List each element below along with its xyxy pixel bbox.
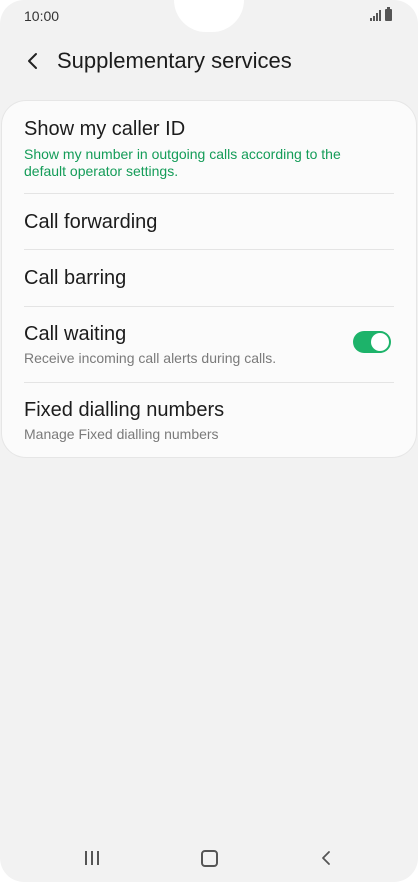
recents-button[interactable] [72,845,112,871]
home-button[interactable] [189,845,229,871]
nav-back-button[interactable] [306,845,346,871]
setting-subtitle-line1: Show my number in outgoing calls accordi… [24,146,341,162]
setting-title: Call waiting [24,323,127,345]
setting-call-forwarding[interactable]: Call forwarding [2,194,416,249]
setting-title: Call forwarding [24,211,158,233]
recents-icon [85,851,99,865]
page-title: Supplementary services [57,48,292,73]
setting-title: Call barring [24,267,127,289]
chevron-left-icon [28,53,37,69]
navigation-bar [0,835,418,881]
phone-screen: 10:00 Supplementary services Show my cal… [0,0,418,882]
status-time: 10:00 [24,8,60,24]
setting-subtitle: Receive incoming call alerts during call… [24,350,277,366]
setting-show-caller-id[interactable]: Show my caller ID Show my number in outg… [2,101,416,193]
settings-card: Show my caller ID Show my number in outg… [2,101,416,457]
setting-subtitle: Manage Fixed dialling numbers [24,426,219,442]
app-header: Supplementary services [0,40,418,82]
setting-fixed-dialling-numbers[interactable]: Fixed dialling numbers Manage Fixed dial… [2,383,416,457]
setting-title: Fixed dialling numbers [24,399,225,421]
call-waiting-toggle[interactable] [353,331,391,353]
signal-icon [370,9,381,21]
setting-title: Show my caller ID [24,118,186,140]
status-icons [370,7,392,21]
setting-call-barring[interactable]: Call barring [2,250,416,306]
home-icon [200,849,218,867]
toggle-knob [371,333,389,351]
setting-subtitle-line2: default operator settings. [24,163,179,179]
back-icon [322,851,330,865]
battery-icon [385,7,392,21]
back-button[interactable] [18,46,48,76]
